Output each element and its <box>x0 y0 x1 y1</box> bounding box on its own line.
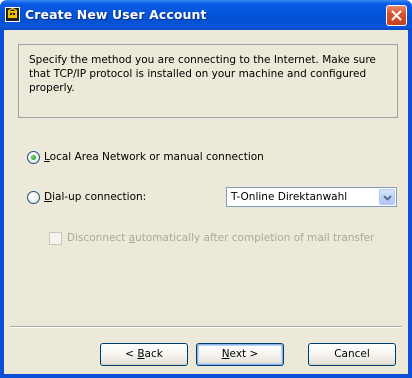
cancel-button[interactable]: Cancel <box>308 343 396 366</box>
radio-lan-label[interactable]: Local Area Network or manual connection <box>44 151 264 163</box>
disconnect-checkbox <box>49 232 62 245</box>
dialup-select-value: T-Online Direktanwahl <box>231 191 348 203</box>
separator-line <box>10 326 402 328</box>
radio-dialup-label[interactable]: Dial-up connection: <box>44 191 146 203</box>
disconnect-checkbox-label: Disconnect automatically after completio… <box>67 232 375 244</box>
account-wizard-icon <box>5 7 20 22</box>
dropdown-button[interactable] <box>379 189 395 205</box>
radio-selected-dot <box>31 155 36 160</box>
info-panel: Specify the method you are connecting to… <box>18 44 398 118</box>
title-bar[interactable]: Create New User Account <box>0 0 412 30</box>
dialog-body: Specify the method you are connecting to… <box>4 30 408 374</box>
close-icon <box>391 10 402 21</box>
next-button[interactable]: Next > <box>196 343 284 366</box>
back-button[interactable]: < Back <box>100 343 188 366</box>
close-button[interactable] <box>386 5 407 26</box>
dialup-connection-select[interactable]: T-Online Direktanwahl <box>226 187 397 207</box>
window-title: Create New User Account <box>25 7 207 22</box>
radio-lan-button[interactable] <box>27 151 40 164</box>
radio-dialup-button[interactable] <box>27 191 40 204</box>
info-text: Specify the method you are connecting to… <box>29 54 376 94</box>
dialog-window: Create New User Account Specify the meth… <box>0 0 412 378</box>
chevron-down-icon <box>383 195 392 201</box>
